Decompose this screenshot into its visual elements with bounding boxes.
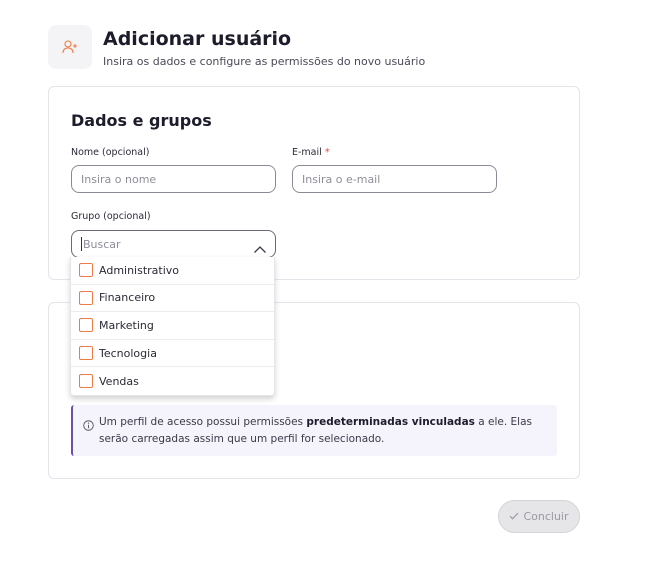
required-mark: * xyxy=(324,147,330,158)
group-option-label: Vendas xyxy=(99,374,139,388)
submit-button[interactable]: Concluir xyxy=(498,500,580,533)
submit-label: Concluir xyxy=(523,510,569,523)
checkbox[interactable] xyxy=(79,318,93,333)
group-search-placeholder: Buscar xyxy=(83,237,121,251)
group-option[interactable]: Administrativo xyxy=(71,257,274,285)
section-title: Dados e grupos xyxy=(71,111,212,130)
group-option[interactable]: Vendas xyxy=(71,367,274,395)
group-option-label: Financeiro xyxy=(99,291,156,305)
name-input[interactable]: Insira o nome xyxy=(71,165,276,193)
group-option-label: Administrativo xyxy=(99,263,180,277)
group-option-label: Marketing xyxy=(99,318,154,332)
info-banner: Um perfil de acesso possui permissões pr… xyxy=(71,405,557,456)
checkbox[interactable] xyxy=(79,346,93,361)
group-option-label: Tecnologia xyxy=(99,346,157,360)
checkbox[interactable] xyxy=(79,263,93,278)
group-option[interactable]: Marketing xyxy=(71,312,274,340)
group-option[interactable]: Tecnologia xyxy=(71,340,274,368)
checkbox[interactable] xyxy=(79,290,93,305)
page-title: Adicionar usuário xyxy=(103,28,292,50)
group-dropdown-list: Administrativo Financeiro Marketing Tecn… xyxy=(70,257,275,396)
group-search-input[interactable]: Buscar xyxy=(71,230,276,258)
chevron-up-icon[interactable] xyxy=(253,239,267,258)
check-icon xyxy=(509,510,519,523)
email-label: E-mail * xyxy=(292,147,330,158)
info-icon xyxy=(83,416,94,456)
group-option[interactable]: Financeiro xyxy=(71,285,274,313)
name-label: Nome (opcional) xyxy=(71,147,150,158)
email-label-text: E-mail xyxy=(292,147,322,158)
data-groups-card: Dados e grupos Nome (opcional) Insira o … xyxy=(48,86,580,280)
page-header: Adicionar usuário Insira os dados e conf… xyxy=(48,25,425,69)
info-text: Um perfil de acesso possui permissões pr… xyxy=(99,414,547,456)
info-text-bold: predeterminadas vinculadas xyxy=(306,416,475,428)
email-placeholder: Insira o e-mail xyxy=(302,172,381,186)
name-placeholder: Insira o nome xyxy=(81,172,157,186)
email-input[interactable]: Insira o e-mail xyxy=(292,165,497,193)
page-subtitle: Insira os dados e configure as permissõe… xyxy=(103,55,426,68)
text-cursor xyxy=(81,237,82,251)
group-label: Grupo (opcional) xyxy=(71,211,151,222)
checkbox[interactable] xyxy=(79,374,93,389)
info-text-start: Um perfil de acesso possui permissões xyxy=(99,416,307,428)
user-add-icon xyxy=(48,25,92,69)
